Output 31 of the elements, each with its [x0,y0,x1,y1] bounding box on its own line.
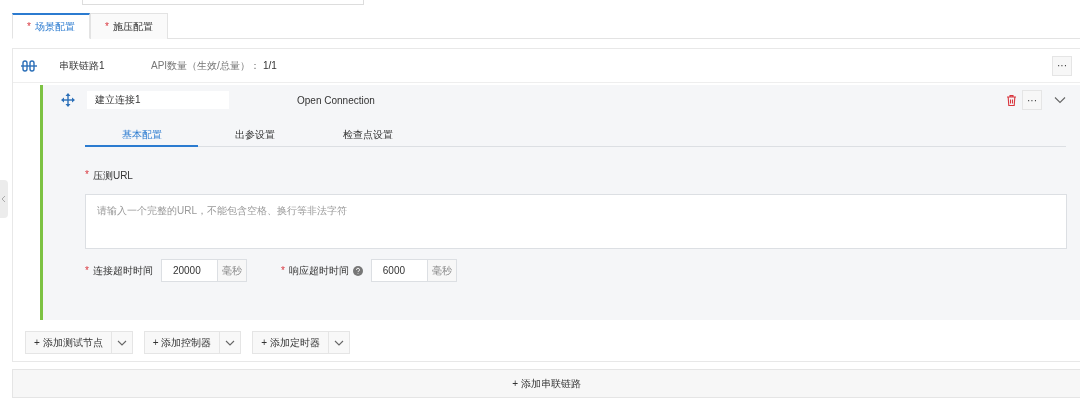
chain-name: 串联链路1 [59,58,106,73]
tab[interactable]: 出参设置 [198,125,311,147]
more-button[interactable]: ··· [1052,55,1072,76]
required-mark: * [85,169,89,182]
step-name-field[interactable]: 建立连接1 [87,91,229,109]
step-type: Open Connection [297,94,375,106]
field-label: 连接超时时间 [92,263,153,278]
collapse-icon[interactable] [1054,96,1066,104]
tab[interactable]: 检查点设置 [311,125,424,147]
field-label: 压测URL [92,169,133,183]
tab[interactable]: 基本配置 [85,125,198,147]
api-count-label: API数量（生效/总量）： [151,58,260,73]
chain-icon [21,58,37,73]
number-field[interactable]: 6000 毫秒 [370,259,457,282]
caret-icon[interactable] [225,339,236,346]
tab[interactable]: * 施压配置 [89,13,168,39]
more-button[interactable]: ··· [1022,90,1042,110]
delete-icon[interactable] [1007,94,1016,106]
required-mark: * [85,265,89,276]
tab[interactable]: * 场景配置 [12,13,90,39]
number-field[interactable]: 20000 毫秒 [160,259,247,282]
required-mark: * [280,265,285,276]
move-icon[interactable] [61,93,75,107]
chevron-left-icon [1,195,6,203]
collapse-handle[interactable] [0,180,8,218]
api-count: 1/1 [262,60,277,71]
caret-icon[interactable] [333,339,344,346]
help-icon[interactable] [352,265,363,276]
field-label: 响应超时时间 [288,263,349,278]
add-chain-button[interactable]: + 添加串联链路 [12,369,1080,398]
caret-icon[interactable] [116,339,127,346]
